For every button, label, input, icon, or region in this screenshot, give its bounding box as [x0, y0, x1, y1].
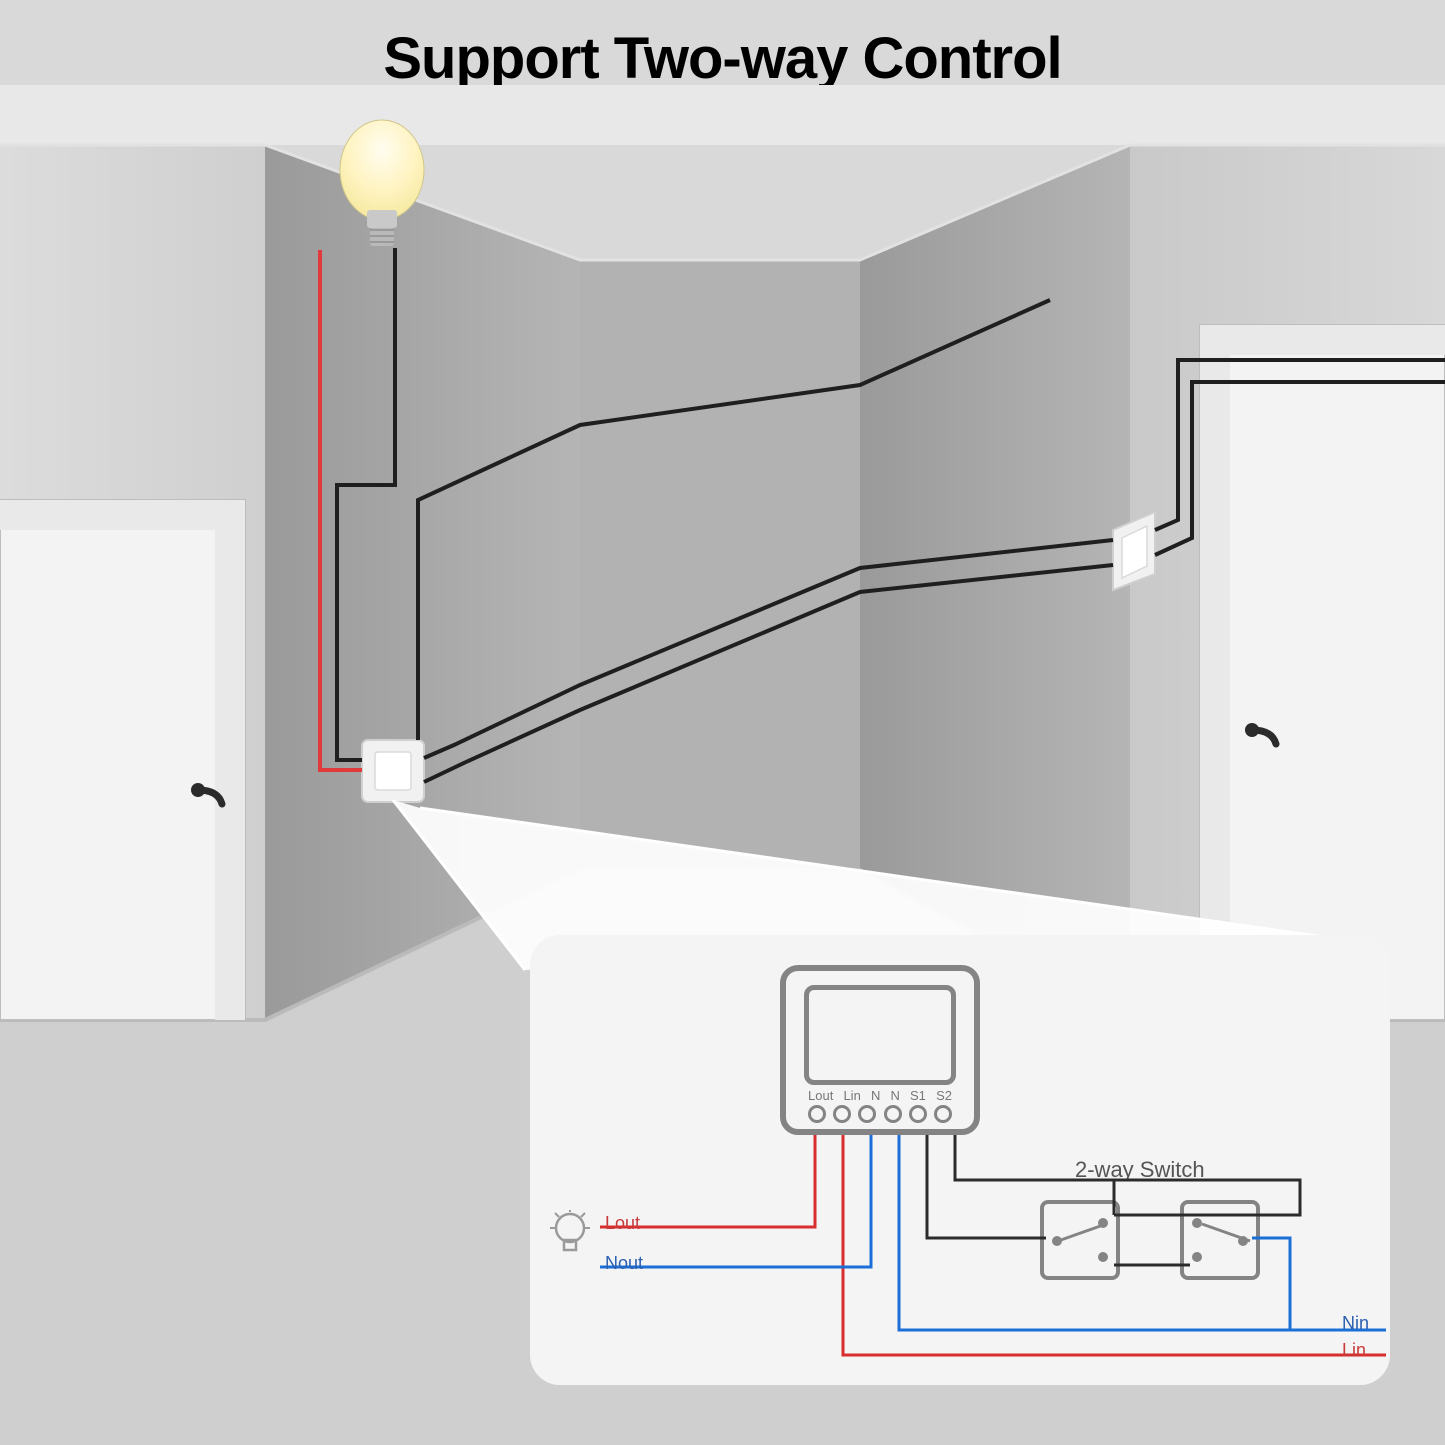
- left-door: [0, 500, 245, 1020]
- right-door: [1200, 325, 1445, 1020]
- label-nout: Nout: [605, 1253, 643, 1274]
- wall-switch-left: [362, 740, 424, 802]
- term-lout: Lout: [808, 1088, 833, 1103]
- two-way-switch-title: 2-way Switch: [1075, 1157, 1205, 1183]
- schematic-panel: Lout Lin N N S1 S2 2-way Switch: [530, 935, 1390, 1385]
- bulb-icon: [550, 1210, 590, 1260]
- label-lin: Lin: [1342, 1340, 1366, 1361]
- term-n2: N: [890, 1088, 899, 1103]
- terminal-labels: Lout Lin N N S1 S2: [808, 1088, 952, 1103]
- term-lin: Lin: [843, 1088, 860, 1103]
- schematic-switch-1: [1040, 1200, 1120, 1280]
- schematic-switch-2: [1180, 1200, 1260, 1280]
- term-s1: S1: [910, 1088, 926, 1103]
- label-lout: Lout: [605, 1213, 640, 1234]
- relay-module: Lout Lin N N S1 S2: [780, 965, 980, 1135]
- term-n1: N: [871, 1088, 880, 1103]
- term-s2: S2: [936, 1088, 952, 1103]
- terminal-row: [808, 1105, 952, 1123]
- label-nin: Nin: [1342, 1313, 1369, 1334]
